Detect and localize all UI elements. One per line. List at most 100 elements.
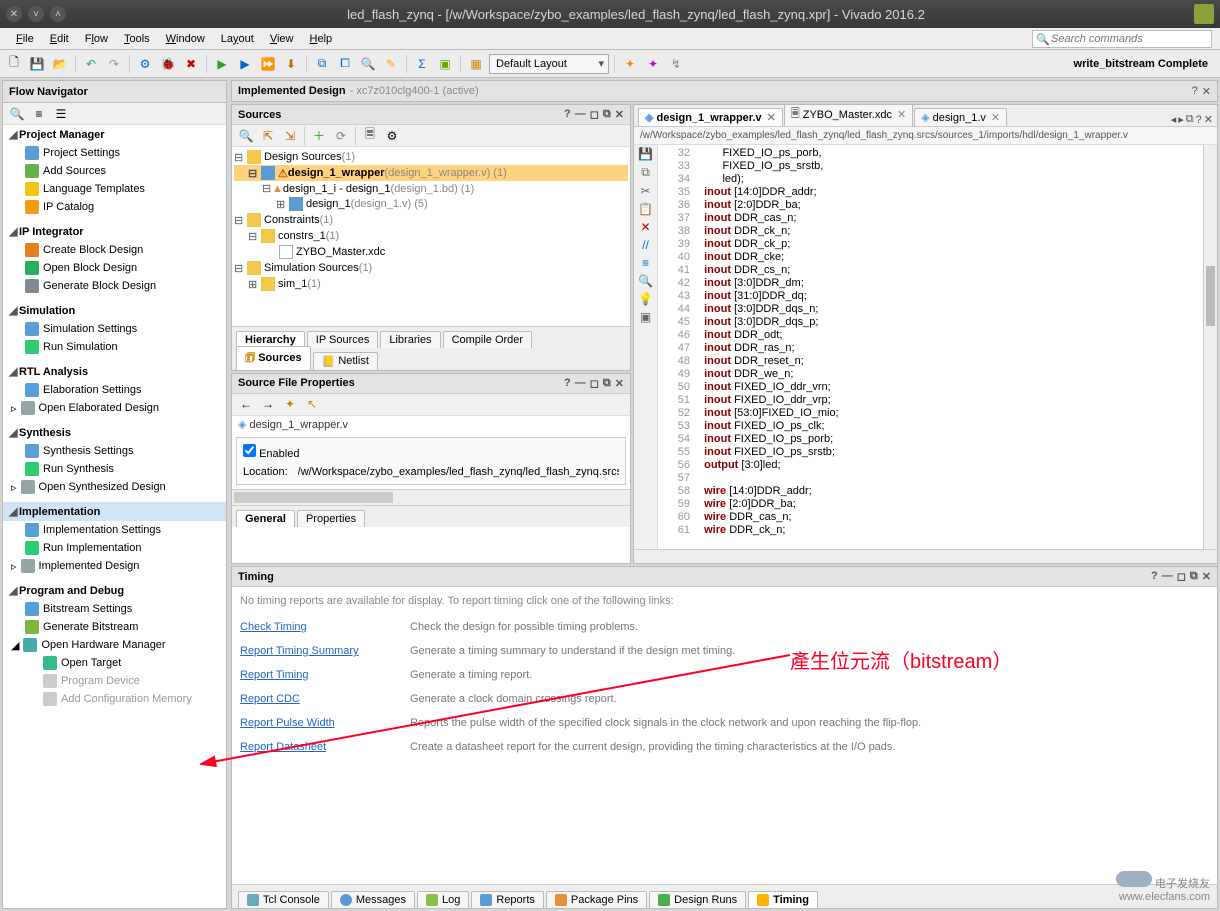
editor-tab-design1v[interactable]: ◈design_1.v✕	[914, 108, 1007, 126]
comment-icon[interactable]: //	[642, 238, 649, 252]
section-program-debug[interactable]: ◢Program and Debug	[3, 581, 226, 600]
layout-select[interactable]: Default Layout	[489, 54, 609, 74]
open-block-design[interactable]: Open Block Design	[3, 259, 226, 277]
tab-properties[interactable]: Properties	[297, 510, 365, 527]
sheet-icon[interactable]: 🗏	[360, 126, 380, 146]
simulation-settings[interactable]: Simulation Settings	[3, 320, 226, 338]
scrollbar-vertical[interactable]	[1203, 145, 1217, 549]
sources-tree[interactable]: ⊟Design Sources (1) ⊟⚠design_1_wrapper (…	[232, 147, 630, 326]
open-icon[interactable]: 📂	[50, 54, 70, 74]
copy-icon[interactable]: ⧉	[641, 165, 650, 180]
tab-netlist[interactable]: 📒Netlist	[313, 352, 378, 370]
tab-prev-icon[interactable]: ◂	[1171, 113, 1177, 126]
menu-flow[interactable]: Flow	[77, 31, 116, 47]
tree-sim-1[interactable]: ⊞sim_1 (1)	[234, 276, 628, 292]
open-synthesized-design[interactable]: ▹Open Synthesized Design	[3, 478, 226, 496]
run-fwd-icon[interactable]: ▶	[235, 54, 255, 74]
project-settings[interactable]: Project Settings	[3, 144, 226, 162]
tab-reports[interactable]: Reports	[471, 891, 544, 908]
elaboration-settings[interactable]: Elaboration Settings	[3, 381, 226, 399]
generate-block-design[interactable]: Generate Block Design	[3, 277, 226, 295]
generate-bitstream-icon[interactable]: ⬇	[281, 54, 301, 74]
implemented-design[interactable]: ▹Implemented Design	[3, 557, 226, 575]
close-icon[interactable]: ✕	[1202, 570, 1211, 583]
cancel-icon[interactable]: ✖	[181, 54, 201, 74]
timing-link[interactable]: Report Pulse Width	[240, 711, 410, 735]
open-elaborated-design[interactable]: ▹Open Elaborated Design	[3, 399, 226, 417]
redo-icon[interactable]: ↷	[104, 54, 124, 74]
find-icon[interactable]: 🔍	[7, 104, 27, 124]
add-sources-icon[interactable]: ＋	[309, 126, 329, 146]
enabled-checkbox[interactable]: Enabled	[243, 448, 299, 460]
popout-icon[interactable]: ⧉	[603, 108, 611, 121]
tab-ip-sources[interactable]: IP Sources	[307, 331, 379, 348]
sigma-icon[interactable]: Σ	[412, 54, 432, 74]
tab-list-icon[interactable]: ⧉	[1186, 113, 1194, 126]
section-project-manager[interactable]: ◢Project Manager	[3, 125, 226, 144]
editor-tab-xdc[interactable]: 🗏ZYBO_Master.xdc✕	[784, 105, 913, 126]
open-hardware-manager[interactable]: ◢Open Hardware Manager	[3, 636, 226, 654]
search-commands-input[interactable]	[1032, 30, 1212, 48]
help-icon[interactable]: ?	[1192, 85, 1198, 98]
nav-ptr-icon[interactable]: ↖	[302, 394, 322, 414]
bitstream-settings[interactable]: Bitstream Settings	[3, 600, 226, 618]
run-all-icon[interactable]: ⏩	[258, 54, 278, 74]
run-synthesis[interactable]: Run Synthesis	[3, 460, 226, 478]
generate-bitstream[interactable]: Generate Bitstream	[3, 618, 226, 636]
tab-next-icon[interactable]: ▸	[1178, 113, 1184, 126]
tree-constrs-1[interactable]: ⊟constrs_1 (1)	[234, 228, 628, 244]
language-templates[interactable]: Language Templates	[3, 180, 226, 198]
section-implementation[interactable]: ◢Implementation	[3, 502, 226, 521]
timing-link[interactable]: Report Timing	[240, 663, 410, 687]
tab-messages[interactable]: Messages	[331, 891, 415, 908]
tab-sources[interactable]: 🗊Sources	[236, 346, 311, 370]
close-icon[interactable]: ✕	[897, 108, 906, 121]
menu-file[interactable]: File	[8, 31, 42, 47]
timing-link[interactable]: Report CDC	[240, 687, 410, 711]
mark-icon[interactable]: ✦	[643, 54, 663, 74]
editor-tab-wrapper[interactable]: ◈design_1_wrapper.v✕	[638, 108, 783, 126]
timing-link[interactable]: Report Datasheet	[240, 735, 410, 759]
expand-icon[interactable]: ☰	[51, 104, 71, 124]
menu-edit[interactable]: Edit	[42, 31, 77, 47]
menu-help[interactable]: Help	[302, 31, 341, 47]
implementation-settings[interactable]: Implementation Settings	[3, 521, 226, 539]
tree-constraints[interactable]: ⊟Constraints (1)	[234, 212, 628, 228]
find-icon[interactable]: 🔍	[638, 274, 653, 288]
minimize-window-icon[interactable]: ˅	[28, 6, 44, 22]
create-block-design[interactable]: Create Block Design	[3, 241, 226, 259]
tree-design-1-i[interactable]: ⊟▲design_1_i - design_1 (design_1.bd) (1…	[234, 181, 628, 196]
cross-probe-icon[interactable]: ✦	[620, 54, 640, 74]
close-icon[interactable]: ✕	[1202, 85, 1211, 98]
save-icon[interactable]: 💾	[638, 147, 653, 161]
tab-tcl-console[interactable]: Tcl Console	[238, 891, 329, 908]
cut-icon[interactable]: ✂	[640, 184, 650, 198]
layout-icon[interactable]: ▦	[466, 54, 486, 74]
help-icon[interactable]: ?	[564, 108, 571, 121]
tab-compile-order[interactable]: Compile Order	[443, 331, 533, 348]
open-target[interactable]: Open Target	[3, 654, 226, 672]
scrollbar-horizontal[interactable]	[634, 549, 1217, 563]
close-window-icon[interactable]: ✕	[6, 6, 22, 22]
wand-icon[interactable]: ↯	[666, 54, 686, 74]
section-rtl-analysis[interactable]: ◢RTL Analysis	[3, 362, 226, 381]
maximize-icon[interactable]: ◻	[1177, 570, 1186, 583]
window-tile-icon[interactable]: ⧠	[335, 54, 355, 74]
run-implementation[interactable]: Run Implementation	[3, 539, 226, 557]
menu-window[interactable]: Window	[158, 31, 213, 47]
help-icon[interactable]: ?	[1196, 114, 1202, 126]
minimize-icon[interactable]: —	[1162, 570, 1173, 583]
timing-link[interactable]: Report Timing Summary	[240, 639, 410, 663]
nav-back-icon[interactable]: ←	[236, 394, 256, 414]
collapse-icon[interactable]: ≡	[29, 104, 49, 124]
delete-icon[interactable]: ✕	[640, 220, 650, 234]
refresh-icon[interactable]: ⟳	[331, 126, 351, 146]
help-icon[interactable]: ?	[564, 377, 571, 390]
section-ip-integrator[interactable]: ◢IP Integrator	[3, 222, 226, 241]
tree-simulation-sources[interactable]: ⊟Simulation Sources (1)	[234, 260, 628, 276]
zoom-icon[interactable]: 🔍	[358, 54, 378, 74]
tree-xdc-file[interactable]: ZYBO_Master.xdc	[234, 244, 628, 260]
tab-general[interactable]: General	[236, 510, 295, 527]
tab-package-pins[interactable]: Package Pins	[546, 891, 647, 908]
collapse-all-icon[interactable]: ⇱	[258, 126, 278, 146]
